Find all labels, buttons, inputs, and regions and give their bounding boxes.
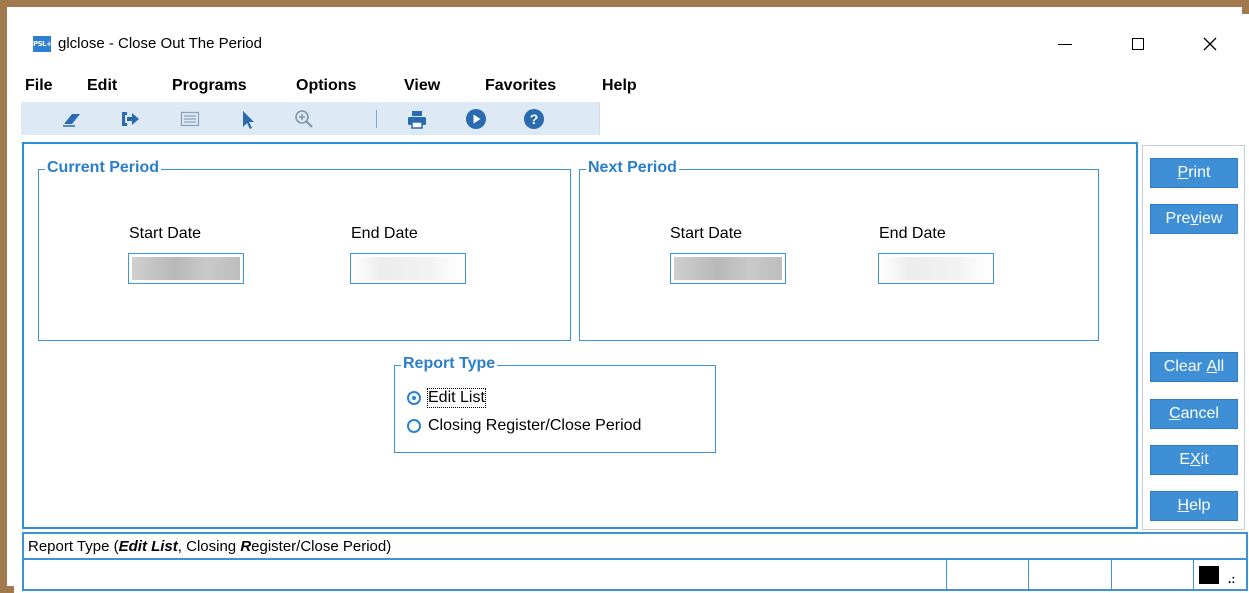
next-start-date-label: Start Date: [670, 225, 743, 242]
current-end-date-value: [354, 257, 462, 280]
current-end-date-field[interactable]: [350, 253, 466, 284]
preview-button-mnemonic: v: [1190, 210, 1199, 227]
menu-file[interactable]: File: [25, 77, 53, 95]
report-type-label: Report Type: [401, 355, 498, 373]
maximize-icon: [1132, 38, 1144, 50]
window-frame: PSL+ glclose - Close Out The Period File…: [0, 0, 1249, 593]
current-period-group: Current Period Start Date End Date: [38, 159, 571, 341]
close-icon: [1203, 37, 1217, 51]
clear-all-button-mnemonic: A: [1206, 358, 1218, 375]
next-period-label: Next Period: [586, 159, 679, 177]
help-button-mnemonic: H: [1177, 497, 1190, 514]
exit-button-post: it: [1200, 451, 1209, 468]
cancel-button[interactable]: Cancel: [1150, 399, 1238, 429]
next-end-date-label: End Date: [879, 225, 946, 242]
exit-button[interactable]: E Xit: [1150, 445, 1238, 475]
status-indicator: [1199, 566, 1219, 584]
status-bar: .:: [22, 560, 1248, 591]
radio-closing-register-button[interactable]: [407, 419, 421, 433]
close-button[interactable]: [1188, 28, 1232, 60]
current-start-date-label: Start Date: [129, 225, 202, 242]
clear-all-button-post: ll: [1217, 358, 1225, 375]
window-title: glclose - Close Out The Period: [58, 35, 262, 52]
exit-arrow-icon[interactable]: [119, 108, 141, 130]
next-start-date-field[interactable]: [670, 253, 786, 284]
preview-button-post: iew: [1198, 210, 1223, 227]
main-panel: Current Period Start Date End Date Next …: [22, 142, 1138, 529]
help-button-post: elp: [1189, 497, 1211, 514]
maximize-button[interactable]: [1116, 28, 1160, 60]
eraser-icon[interactable]: [61, 108, 83, 130]
next-end-date-field[interactable]: [878, 253, 994, 284]
hint-text: Report Type (Edit List, Closing Register…: [28, 538, 391, 555]
cancel-button-mnemonic: C: [1169, 405, 1181, 422]
current-end-date-label: End Date: [351, 225, 418, 242]
next-period-group: Next Period Start Date End Date: [579, 159, 1099, 341]
play-icon[interactable]: [465, 108, 487, 130]
menu-view[interactable]: View: [404, 77, 440, 95]
current-start-date-value: [132, 257, 240, 280]
menu-programs[interactable]: Programs: [172, 77, 247, 95]
hint-status-bar: Report Type (Edit List, Closing Register…: [22, 532, 1248, 560]
hint-prefix: Report Type (: [28, 538, 119, 555]
zoom-in-icon[interactable]: [293, 108, 315, 130]
clear-all-button[interactable]: Clear All: [1150, 352, 1238, 382]
radio-edit-list[interactable]: Edit List: [407, 388, 486, 408]
print-button-mnemonic: P: [1177, 164, 1189, 181]
preview-button-pre: Pre: [1165, 210, 1191, 227]
radio-edit-list-label: Edit List: [427, 388, 486, 408]
menu-favorites[interactable]: Favorites: [485, 77, 556, 95]
radio-closing-register-label: Closing Register/Close Period: [428, 417, 642, 434]
menu-bar: File Edit Programs Options View Favorite…: [14, 72, 1249, 100]
resize-grip-icon[interactable]: .:: [1228, 572, 1235, 586]
report-type-group: Report Type Edit List Closing Register/C…: [394, 355, 716, 453]
app-icon: PSL+: [33, 36, 52, 52]
minimize-icon: [1058, 43, 1072, 45]
help-button[interactable]: Help: [1150, 491, 1238, 521]
next-end-date-value: [882, 257, 990, 280]
radio-closing-register[interactable]: Closing Register/Close Period: [407, 417, 641, 435]
preview-button[interactable]: Pre v iew: [1150, 204, 1238, 234]
status-cell-1: [946, 560, 947, 589]
print-icon[interactable]: [406, 108, 428, 130]
print-button[interactable]: Print: [1150, 158, 1238, 188]
menu-options[interactable]: Options: [296, 77, 356, 95]
exit-button-pre: E: [1179, 451, 1190, 468]
hint-mnemonic-r: R: [240, 538, 252, 555]
status-cell-3: [1111, 560, 1112, 589]
next-start-date-value: [674, 257, 782, 280]
radio-edit-list-button[interactable]: [407, 391, 421, 405]
hint-edit-list: Edit List: [118, 538, 178, 555]
hint-sep: , Closing: [177, 538, 241, 555]
title-bar[interactable]: PSL+ glclose - Close Out The Period: [14, 14, 1249, 72]
window: PSL+ glclose - Close Out The Period File…: [14, 14, 1249, 593]
status-cell-2: [1028, 560, 1029, 589]
toolbar: ?: [21, 102, 600, 135]
current-period-label: Current Period: [45, 159, 162, 177]
menu-help[interactable]: Help: [602, 77, 637, 95]
clear-all-button-pre: Clear: [1163, 358, 1207, 375]
toolbar-separator: [376, 110, 377, 128]
status-cell-4: [1193, 560, 1194, 589]
print-button-post: rint: [1188, 164, 1211, 181]
side-button-panel: Print Pre v iew Clear All Cancel E Xit Help: [1142, 145, 1245, 530]
minimize-button[interactable]: [1043, 28, 1087, 60]
exit-button-mnemonic: X: [1190, 451, 1201, 468]
help-icon[interactable]: ?: [523, 108, 545, 130]
list-icon[interactable]: [179, 108, 201, 130]
hint-rest: egister/Close Period): [251, 538, 392, 555]
current-start-date-field[interactable]: [128, 253, 244, 284]
cancel-button-post: ancel: [1180, 405, 1219, 422]
pointer-icon[interactable]: [237, 108, 259, 130]
menu-edit[interactable]: Edit: [87, 77, 117, 95]
svg-text:?: ?: [530, 111, 539, 127]
